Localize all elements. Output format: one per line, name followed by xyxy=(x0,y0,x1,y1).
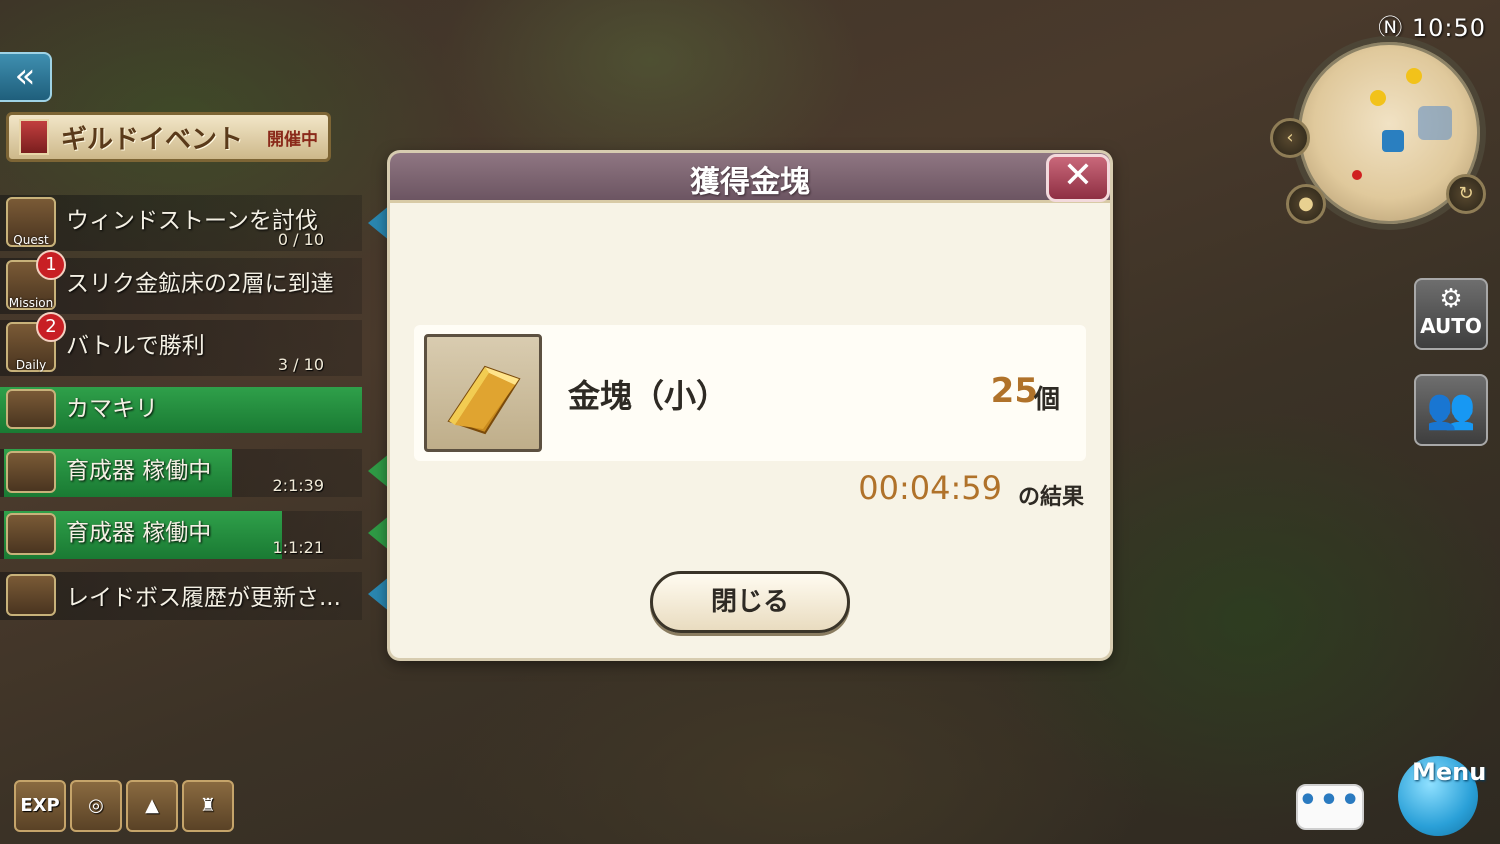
exp-label: EXP xyxy=(20,795,60,816)
task-quest[interactable]: Quest ウィンドストーンを討伐 0 / 10 xyxy=(0,195,390,251)
compass-button[interactable]: ◎ xyxy=(70,780,122,832)
pet-button[interactable]: ● xyxy=(1286,184,1326,224)
task-caption: Quest xyxy=(13,233,49,247)
cage-button[interactable]: ♜ xyxy=(182,780,234,832)
task-text: スリク金鉱床の2層に到達 xyxy=(66,271,334,297)
incubator-icon xyxy=(6,513,56,555)
expand-arrow-icon[interactable] xyxy=(368,576,390,612)
result-suffix: の結果 xyxy=(1017,485,1084,510)
party-button[interactable]: 👥 xyxy=(1414,374,1488,446)
incubator-icon xyxy=(6,389,56,429)
cage-icon: ♜ xyxy=(199,795,217,816)
task-text: カマキリ xyxy=(66,396,158,422)
clock-time: 10:50 xyxy=(1411,14,1486,42)
guild-door-icon xyxy=(19,119,49,155)
task-kamakiri[interactable]: カマキリ xyxy=(0,387,362,433)
task-text: 育成器 稼働中 xyxy=(66,458,212,484)
map-marker-icon xyxy=(1370,90,1386,106)
map-left-button[interactable]: ‹ xyxy=(1270,118,1310,158)
close-dialog-button[interactable]: 閉じる xyxy=(650,571,850,633)
guild-event-banner[interactable]: ギルドイベント 開催中 xyxy=(6,112,331,162)
menu-label: Menu xyxy=(1412,758,1487,786)
boots-button[interactable]: ▲ xyxy=(126,780,178,832)
notification-badge: 2 xyxy=(36,312,66,342)
task-raid-boss[interactable]: レイドボス履歴が更新さ... xyxy=(0,572,390,620)
incubator-icon xyxy=(6,451,56,493)
item-quantity: 25 xyxy=(990,371,1038,411)
party-members-icon: 👥 xyxy=(1426,386,1476,432)
map-rotate-button[interactable]: ↻ xyxy=(1446,174,1486,214)
item-name: 金塊（小） xyxy=(568,377,729,415)
result-time: 00:04:59 xyxy=(858,469,1002,507)
task-progress: 0 / 10 xyxy=(277,230,324,249)
pet-face-icon: ● xyxy=(1298,193,1314,214)
boots-icon: ▲ xyxy=(145,795,159,816)
task-incubator-1[interactable]: 育成器 稼働中 2:1:39 xyxy=(0,449,390,497)
fox-mask-icon xyxy=(6,574,56,616)
expand-arrow-icon[interactable] xyxy=(368,205,390,241)
task-caption: Daily xyxy=(15,358,47,372)
auto-button[interactable]: ⚙ AUTO xyxy=(1414,278,1488,350)
expand-arrow-icon[interactable] xyxy=(368,453,390,489)
back-button[interactable]: « xyxy=(0,52,52,102)
task-mission[interactable]: Mission 1 スリク金鉱床の2層に到達 xyxy=(0,250,362,314)
auto-label: AUTO xyxy=(1420,314,1482,338)
view-cone-icon xyxy=(1418,106,1452,140)
close-icon[interactable]: ✕ xyxy=(1046,154,1110,202)
gold-bar-icon xyxy=(447,365,521,435)
guild-banner-title: ギルドイベント xyxy=(61,124,244,155)
item-frame xyxy=(424,334,542,452)
gold-obtained-dialog: 獲得金塊 金塊（小） 25 個 00:04:59 の結果 閉じる xyxy=(390,153,1110,658)
item-unit: 個 xyxy=(1033,385,1060,415)
task-incubator-2[interactable]: 育成器 稼働中 1:1:21 xyxy=(0,511,390,559)
menu-button[interactable]: Menu xyxy=(1384,746,1492,844)
map-marker-icon xyxy=(1406,68,1422,84)
refresh-icon: ↻ xyxy=(1458,183,1474,204)
task-daily[interactable]: Daily 2 バトルで勝利 3 / 10 xyxy=(0,312,362,376)
player-marker-icon xyxy=(1382,130,1404,152)
close-glyph: ✕ xyxy=(1062,155,1094,196)
dialog-title: 獲得金塊 xyxy=(690,165,810,200)
exp-button[interactable]: EXP xyxy=(14,780,66,832)
reward-item-row: 金塊（小） 25 個 xyxy=(414,325,1086,461)
chat-label: ••• xyxy=(1298,783,1362,818)
task-text: バトルで勝利 xyxy=(66,333,205,359)
notification-badge: 1 xyxy=(36,250,66,280)
enemy-marker-icon xyxy=(1352,170,1362,180)
chevron-icon: ‹ xyxy=(1286,127,1294,148)
task-caption: Mission xyxy=(8,296,54,310)
task-progress: 3 / 10 xyxy=(277,355,324,374)
guild-banner-status: 開催中 xyxy=(267,129,318,150)
expand-arrow-icon[interactable] xyxy=(368,515,390,551)
task-text: レイドボス履歴が更新さ... xyxy=(66,585,341,611)
task-text: 育成器 稼働中 xyxy=(66,520,212,546)
compass-icon: ◎ xyxy=(88,795,104,816)
task-timer: 1:1:21 xyxy=(272,538,325,557)
camera-icon: ⚙ xyxy=(1439,284,1463,314)
chat-button[interactable]: ••• xyxy=(1296,784,1364,830)
task-timer: 2:1:39 xyxy=(272,476,325,495)
